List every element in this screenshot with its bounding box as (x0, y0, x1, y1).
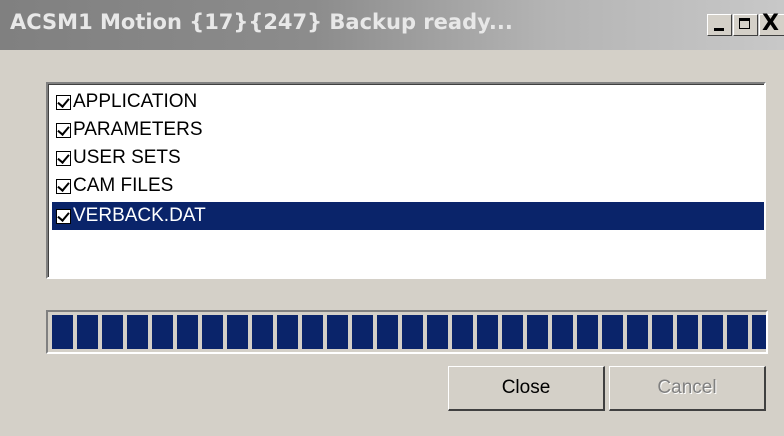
progress-chunk (452, 315, 473, 349)
list-item-label: USER SETS (73, 147, 181, 168)
checkbox-user-sets[interactable] (56, 150, 71, 166)
progress-chunk (177, 315, 198, 349)
minimize-button[interactable] (707, 14, 732, 36)
maximize-icon (739, 18, 750, 29)
list-item-parameters[interactable]: PARAMETERS (52, 116, 764, 144)
progress-chunk (402, 315, 423, 349)
progress-chunk (427, 315, 448, 349)
maximize-button[interactable] (733, 14, 758, 36)
list-item-label: APPLICATION (73, 91, 198, 112)
progress-chunk (52, 315, 73, 349)
progress-chunk (352, 315, 373, 349)
progress-chunk (627, 315, 648, 349)
backup-progress-bar (46, 310, 768, 354)
progress-chunk (152, 315, 173, 349)
progress-chunk (252, 315, 273, 349)
progress-chunk (652, 315, 673, 349)
progress-chunk (102, 315, 123, 349)
progress-chunk (377, 315, 398, 349)
backup-dialog: ACSM1 Motion {17}{247} Backup ready... X… (0, 0, 784, 436)
progress-chunk (77, 315, 98, 349)
list-item-user-sets[interactable]: USER SETS (52, 144, 764, 172)
checkbox-cam-files[interactable] (56, 178, 71, 194)
checkbox-parameters[interactable] (56, 122, 71, 138)
progress-chunk (502, 315, 523, 349)
progress-chunk (127, 315, 148, 349)
progress-chunk (302, 315, 323, 349)
progress-chunk (477, 315, 498, 349)
checkbox-verback-dat[interactable] (56, 208, 71, 224)
progress-chunk (727, 315, 748, 349)
title-bar[interactable]: ACSM1 Motion {17}{247} Backup ready... X (0, 0, 784, 50)
progress-chunk (202, 315, 223, 349)
list-item-application[interactable]: APPLICATION (52, 88, 764, 116)
progress-chunk (552, 315, 573, 349)
progress-chunk (677, 315, 698, 349)
progress-chunk (577, 315, 598, 349)
progress-chunk (527, 315, 548, 349)
close-window-button[interactable]: X (759, 11, 784, 36)
cancel-button: Cancel (609, 366, 766, 411)
progress-chunk (227, 315, 248, 349)
progress-chunk (752, 315, 766, 349)
window-title: ACSM1 Motion {17}{247} Backup ready... (10, 10, 513, 34)
backup-items-list[interactable]: APPLICATION PARAMETERS USER SETS CAM FIL… (46, 82, 766, 279)
progress-chunk (327, 315, 348, 349)
list-item-label: CAM FILES (73, 175, 174, 196)
progress-chunk (602, 315, 623, 349)
checkbox-application[interactable] (56, 94, 71, 110)
progress-chunk (277, 315, 298, 349)
list-item-cam-files[interactable]: CAM FILES (52, 172, 764, 200)
list-item-verback-dat[interactable]: VERBACK.DAT (52, 202, 764, 230)
list-item-label: PARAMETERS (73, 119, 203, 140)
list-item-label: VERBACK.DAT (73, 205, 206, 226)
minimize-icon (714, 28, 724, 31)
close-button[interactable]: Close (448, 366, 605, 411)
progress-chunk (702, 315, 723, 349)
close-icon: X (762, 11, 779, 36)
